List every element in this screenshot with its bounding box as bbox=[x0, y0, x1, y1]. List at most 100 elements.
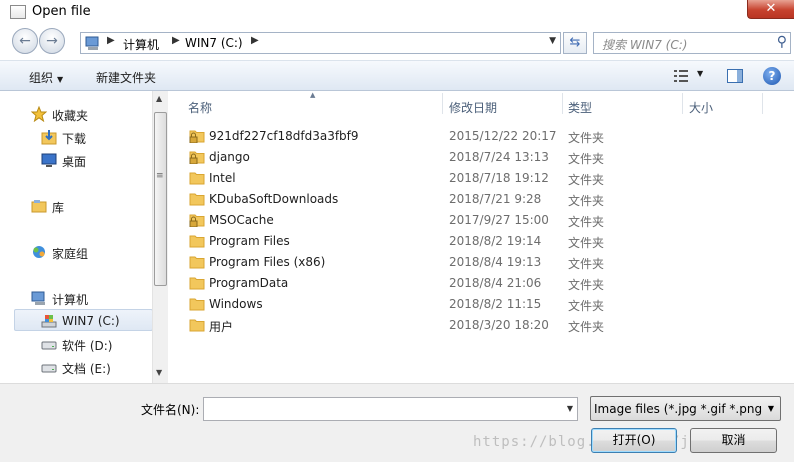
nav-item-label: 收藏夹 bbox=[52, 109, 89, 123]
file-date: 2018/7/21 9:28 bbox=[449, 192, 542, 206]
breadcrumb-separator-icon[interactable]: ▶ bbox=[251, 35, 259, 46]
search-placeholder: 搜索 WIN7 (C:) bbox=[602, 38, 688, 52]
bottom-panel: 文件名(N): ▼ Image files (*.jpg *.gif *.png… bbox=[0, 383, 794, 462]
preview-pane-icon[interactable] bbox=[727, 69, 743, 83]
folder-icon bbox=[189, 235, 205, 248]
nav-item-label: 下载 bbox=[62, 132, 87, 146]
column-header-date[interactable]: 修改日期 bbox=[443, 91, 563, 115]
search-icon[interactable]: ⚲ bbox=[777, 34, 787, 50]
file-date: 2018/7/24 13:13 bbox=[449, 150, 549, 164]
folder-icon bbox=[189, 298, 205, 311]
scroll-thumb[interactable] bbox=[154, 112, 167, 286]
filename-input[interactable]: ▼ bbox=[203, 397, 578, 421]
file-name: Intel bbox=[209, 171, 236, 185]
drive-icon bbox=[41, 341, 57, 350]
nav-item-label: 软件 (D:) bbox=[62, 339, 113, 353]
star-icon bbox=[31, 106, 47, 122]
file-row[interactable]: Intel 2018/7/18 19:12 文件夹 bbox=[176, 168, 794, 189]
file-type: 文件夹 bbox=[568, 173, 605, 187]
file-name: MSOCache bbox=[209, 213, 274, 227]
refresh-icon: ⇆ bbox=[569, 35, 581, 50]
file-date: 2018/8/2 11:15 bbox=[449, 297, 542, 311]
file-type-select[interactable]: Image files (*.jpg *.gif *.png ▼ bbox=[590, 396, 781, 421]
file-row[interactable]: 921df227cf18dfd3a3fbf9 2015/12/22 20:17 文件… bbox=[176, 126, 794, 147]
file-row[interactable]: Windows 2018/8/2 11:15 文件夹 bbox=[176, 294, 794, 315]
help-icon[interactable]: ? bbox=[763, 67, 781, 85]
nav-item-label: 桌面 bbox=[62, 155, 87, 169]
file-name: Program Files bbox=[209, 234, 290, 248]
back-button[interactable]: ← bbox=[12, 28, 38, 54]
column-divider[interactable] bbox=[762, 93, 763, 114]
search-input[interactable]: 搜索 WIN7 (C:) ⚲ bbox=[593, 32, 791, 54]
file-row[interactable]: 用户 2018/3/20 18:20 文件夹 bbox=[176, 315, 794, 336]
organize-label: 组织 bbox=[29, 71, 54, 85]
nav-item-label: 库 bbox=[52, 201, 65, 215]
file-type: 文件夹 bbox=[568, 299, 605, 313]
file-row[interactable]: Program Files (x86) 2018/8/4 19:13 文件夹 bbox=[176, 252, 794, 273]
column-header-label: 名称 bbox=[188, 101, 213, 115]
file-list: ▲ 名称 修改日期 类型 大小 921df227cf18dfd3a3fbf9 20… bbox=[176, 91, 794, 383]
breadcrumb-computer[interactable]: 计算机 bbox=[123, 36, 159, 53]
folder-icon bbox=[189, 172, 205, 185]
breadcrumb-drive[interactable]: WIN7 (C:) bbox=[185, 36, 243, 50]
arrow-left-icon: ← bbox=[19, 33, 31, 49]
nav-item-label: WIN7 (C:) bbox=[62, 314, 120, 328]
nav-buttons: ← → bbox=[12, 28, 68, 54]
column-header-label: 修改日期 bbox=[449, 101, 498, 115]
scroll-down-icon[interactable]: ▼ bbox=[156, 368, 162, 377]
file-date: 2018/3/20 18:20 bbox=[449, 318, 549, 332]
breadcrumb-separator-icon[interactable]: ▶ bbox=[172, 35, 180, 46]
address-bar[interactable]: ▶ 计算机 ▶ WIN7 (C:) ▶ ▼ bbox=[80, 32, 561, 54]
nav-item-label: 家庭组 bbox=[52, 247, 89, 261]
file-name: django bbox=[209, 150, 250, 164]
organize-button[interactable]: 组织 ▼ bbox=[29, 69, 63, 86]
file-row[interactable]: django 2018/7/24 13:13 文件夹 bbox=[176, 147, 794, 168]
file-row[interactable]: KDubaSoftDownloads 2018/7/21 9:28 文件夹 bbox=[176, 189, 794, 210]
computer-location-icon bbox=[85, 36, 99, 50]
file-type: 文件夹 bbox=[568, 320, 605, 334]
file-name: Windows bbox=[209, 297, 263, 311]
column-header-size[interactable]: 大小 bbox=[683, 91, 763, 115]
chevron-down-icon: ▼ bbox=[767, 404, 774, 413]
computer-icon bbox=[31, 291, 45, 305]
folder-icon bbox=[189, 256, 205, 269]
file-row[interactable]: ProgramData 2018/8/4 21:06 文件夹 bbox=[176, 273, 794, 294]
file-name: KDubaSoftDownloads bbox=[209, 192, 339, 206]
chevron-down-icon: ▼ bbox=[57, 75, 64, 84]
file-row[interactable]: Program Files 2018/8/2 19:14 文件夹 bbox=[176, 231, 794, 252]
nav-item-label: 计算机 bbox=[52, 293, 89, 307]
library-icon bbox=[31, 200, 47, 213]
cancel-button[interactable]: 取消 bbox=[690, 428, 777, 453]
file-date: 2018/7/18 19:12 bbox=[449, 171, 549, 185]
file-type: 文件夹 bbox=[568, 278, 605, 292]
forward-button[interactable]: → bbox=[39, 28, 65, 54]
nav-scrollbar[interactable]: ▲ ≡ ▼ bbox=[152, 91, 168, 383]
folder-icon bbox=[189, 319, 205, 332]
refresh-button[interactable]: ⇆ bbox=[563, 32, 587, 54]
file-name: ProgramData bbox=[209, 276, 289, 290]
chevron-down-icon[interactable]: ▼ bbox=[567, 404, 573, 413]
file-name: 用户 bbox=[209, 320, 234, 334]
navigation-pane: 收藏夹 下载 桌面 库 家庭组 计算机 WIN7 (C:) 软件 (D:) 文档… bbox=[0, 91, 168, 383]
file-type: 文件夹 bbox=[568, 236, 605, 250]
scroll-up-icon[interactable]: ▲ bbox=[156, 94, 162, 103]
file-type: 文件夹 bbox=[568, 194, 605, 208]
file-name: 921df227cf18dfd3a3fbf9 bbox=[209, 129, 359, 143]
column-header-label: 类型 bbox=[568, 101, 593, 115]
nav-item-label: 文档 (E:) bbox=[62, 362, 111, 376]
file-type: 文件夹 bbox=[568, 257, 605, 271]
new-folder-button[interactable]: 新建文件夹 bbox=[96, 69, 156, 86]
column-header-name[interactable]: 名称 bbox=[176, 91, 443, 115]
close-button[interactable]: ✕ bbox=[747, 0, 794, 19]
column-header-type[interactable]: 类型 bbox=[563, 91, 683, 115]
file-row[interactable]: MSOCache 2017/9/27 15:00 文件夹 bbox=[176, 210, 794, 231]
drive-icon bbox=[41, 364, 57, 373]
app-icon bbox=[10, 5, 26, 19]
view-chevron-down-icon[interactable]: ▼ bbox=[697, 69, 703, 78]
file-date: 2018/8/4 19:13 bbox=[449, 255, 542, 269]
view-options-icon[interactable] bbox=[673, 69, 689, 83]
breadcrumb-separator-icon[interactable]: ▶ bbox=[107, 35, 115, 46]
open-button[interactable]: 打开(O) bbox=[591, 428, 677, 453]
chevron-down-icon[interactable]: ▼ bbox=[549, 36, 556, 46]
window-title: Open file bbox=[32, 4, 91, 19]
